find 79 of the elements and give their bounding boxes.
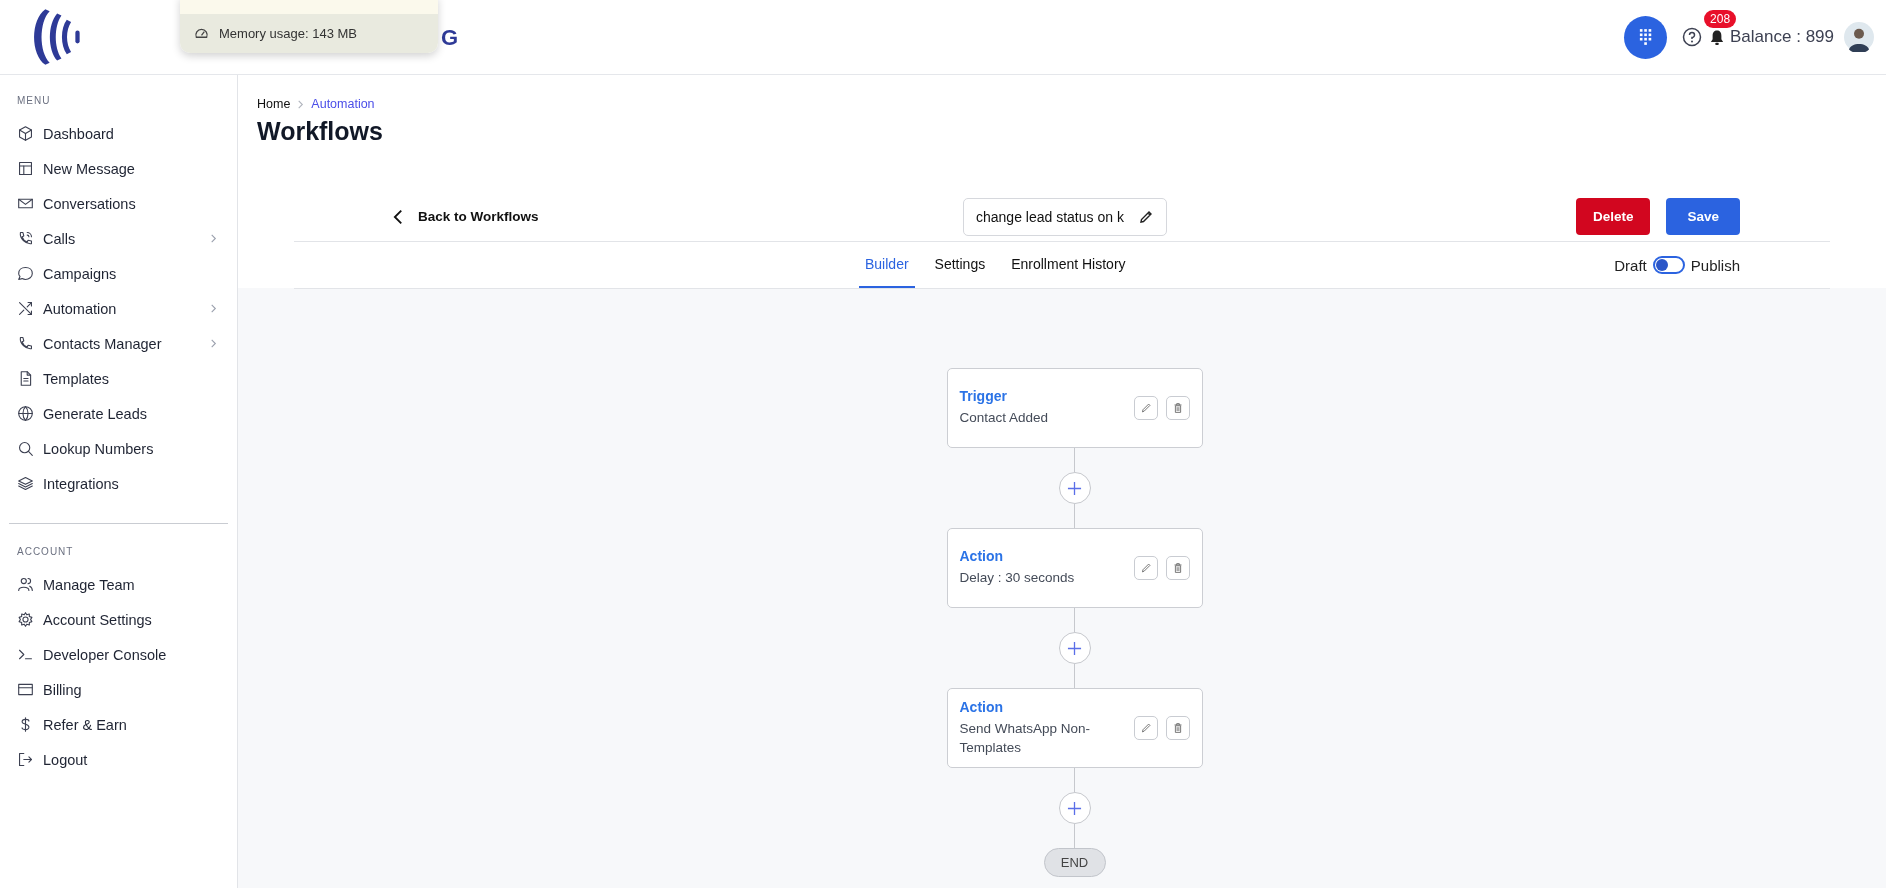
edit-button[interactable]	[1133, 396, 1158, 420]
workflow-name-field[interactable]: change lead status on k	[963, 197, 1167, 236]
plus-icon	[1067, 800, 1082, 816]
sidebar-item[interactable]: Generate Leads	[9, 396, 228, 431]
memory-usage-text: Memory usage: 143 MB	[219, 26, 357, 41]
notification-badge: 208	[1704, 9, 1737, 28]
phone-icon	[17, 335, 34, 352]
cube-icon	[17, 125, 34, 142]
sidebar-item[interactable]: Lookup Numbers	[9, 431, 228, 466]
edit-button[interactable]	[1133, 556, 1158, 580]
sidebar-item[interactable]: Account Settings	[9, 602, 228, 637]
edit-button[interactable]	[1133, 716, 1158, 740]
sidebar-item[interactable]: Contacts Manager	[9, 326, 228, 361]
save-button[interactable]: Save	[1666, 198, 1740, 235]
workflow-step-card[interactable]: Action Send WhatsApp Non-Templates	[946, 688, 1203, 768]
delete-step-button[interactable]	[1165, 716, 1190, 740]
sidebar-item[interactable]: Automation	[9, 291, 228, 326]
step-description: Contact Added	[959, 409, 1050, 428]
add-step-button[interactable]	[1058, 632, 1091, 664]
sidebar-item[interactable]: Calls	[9, 221, 228, 256]
users-icon	[17, 576, 34, 593]
breadcrumb-link[interactable]: Automation	[311, 97, 375, 111]
add-step-button[interactable]	[1058, 792, 1091, 824]
layers-icon	[17, 475, 34, 492]
back-link[interactable]: Back to Workflows	[393, 208, 963, 225]
delete-step-button[interactable]	[1165, 396, 1190, 420]
sidebar-item[interactable]: Templates	[9, 361, 228, 396]
step-type-label: Action	[959, 548, 1005, 565]
help-icon[interactable]	[1682, 27, 1703, 47]
user-avatar[interactable]	[1844, 22, 1874, 52]
globe-icon	[17, 405, 34, 422]
shuffle-icon	[17, 300, 34, 317]
tab[interactable]: Enrollment History	[1005, 242, 1132, 288]
step-description: Delay : 30 seconds	[959, 569, 1076, 588]
bell-icon[interactable]	[1710, 28, 1725, 46]
sidebar-item[interactable]: Logout	[9, 742, 228, 777]
plus-icon	[1067, 480, 1082, 496]
sidebar-item[interactable]: Developer Console	[9, 637, 228, 672]
phone-call-icon	[17, 230, 34, 247]
step-description: Send WhatsApp Non-Templates	[959, 720, 1092, 757]
chat-bubble-icon	[17, 265, 34, 282]
gauge-icon	[194, 26, 209, 41]
chevron-right-icon	[296, 99, 306, 109]
publish-toggle[interactable]	[1652, 256, 1685, 274]
balance-text: Balance : 899	[1730, 27, 1834, 47]
layout-icon	[17, 160, 34, 177]
sidebar-item[interactable]: Campaigns	[9, 256, 228, 291]
sidebar-item[interactable]: Conversations	[9, 186, 228, 221]
dialpad-button[interactable]	[1624, 15, 1668, 59]
logout-icon	[17, 751, 34, 768]
plus-icon	[1067, 640, 1082, 656]
dialpad-icon	[1638, 28, 1653, 46]
sidebar-item[interactable]: Dashboard	[9, 116, 228, 151]
breadcrumb-link[interactable]: Home	[257, 97, 291, 111]
brand-text: G	[441, 25, 459, 51]
page-title: Workflows	[257, 117, 384, 146]
sidebar-item[interactable]: Manage Team	[9, 567, 228, 602]
step-type-label: Trigger	[959, 388, 1008, 405]
draft-label: Draft	[1614, 256, 1647, 274]
add-step-button[interactable]	[1058, 472, 1091, 504]
step-type-label: Action	[959, 699, 1005, 716]
chevron-left-icon	[393, 208, 404, 225]
sidebar-item[interactable]: New Message	[9, 151, 228, 186]
search-icon	[17, 440, 34, 457]
sidebar-item[interactable]: Billing	[9, 672, 228, 707]
pencil-icon[interactable]	[1137, 208, 1154, 225]
sidebar-item[interactable]: Integrations	[9, 466, 228, 501]
tab[interactable]: Settings	[928, 242, 992, 288]
publish-label: Publish	[1690, 256, 1740, 274]
delete-button[interactable]: Delete	[1575, 198, 1651, 235]
credit-card-icon	[17, 681, 34, 698]
section-heading: MENU	[16, 95, 51, 106]
end-marker: END	[1043, 848, 1106, 877]
workflow-step-card[interactable]: Trigger Contact Added	[946, 368, 1203, 448]
section-heading: ACCOUNT	[16, 546, 74, 557]
workflow-step-card[interactable]: Action Delay : 30 seconds	[946, 528, 1203, 608]
delete-step-button[interactable]	[1165, 556, 1190, 580]
sidebar-item[interactable]: Refer & Earn	[9, 707, 228, 742]
settings-icon	[17, 611, 34, 628]
